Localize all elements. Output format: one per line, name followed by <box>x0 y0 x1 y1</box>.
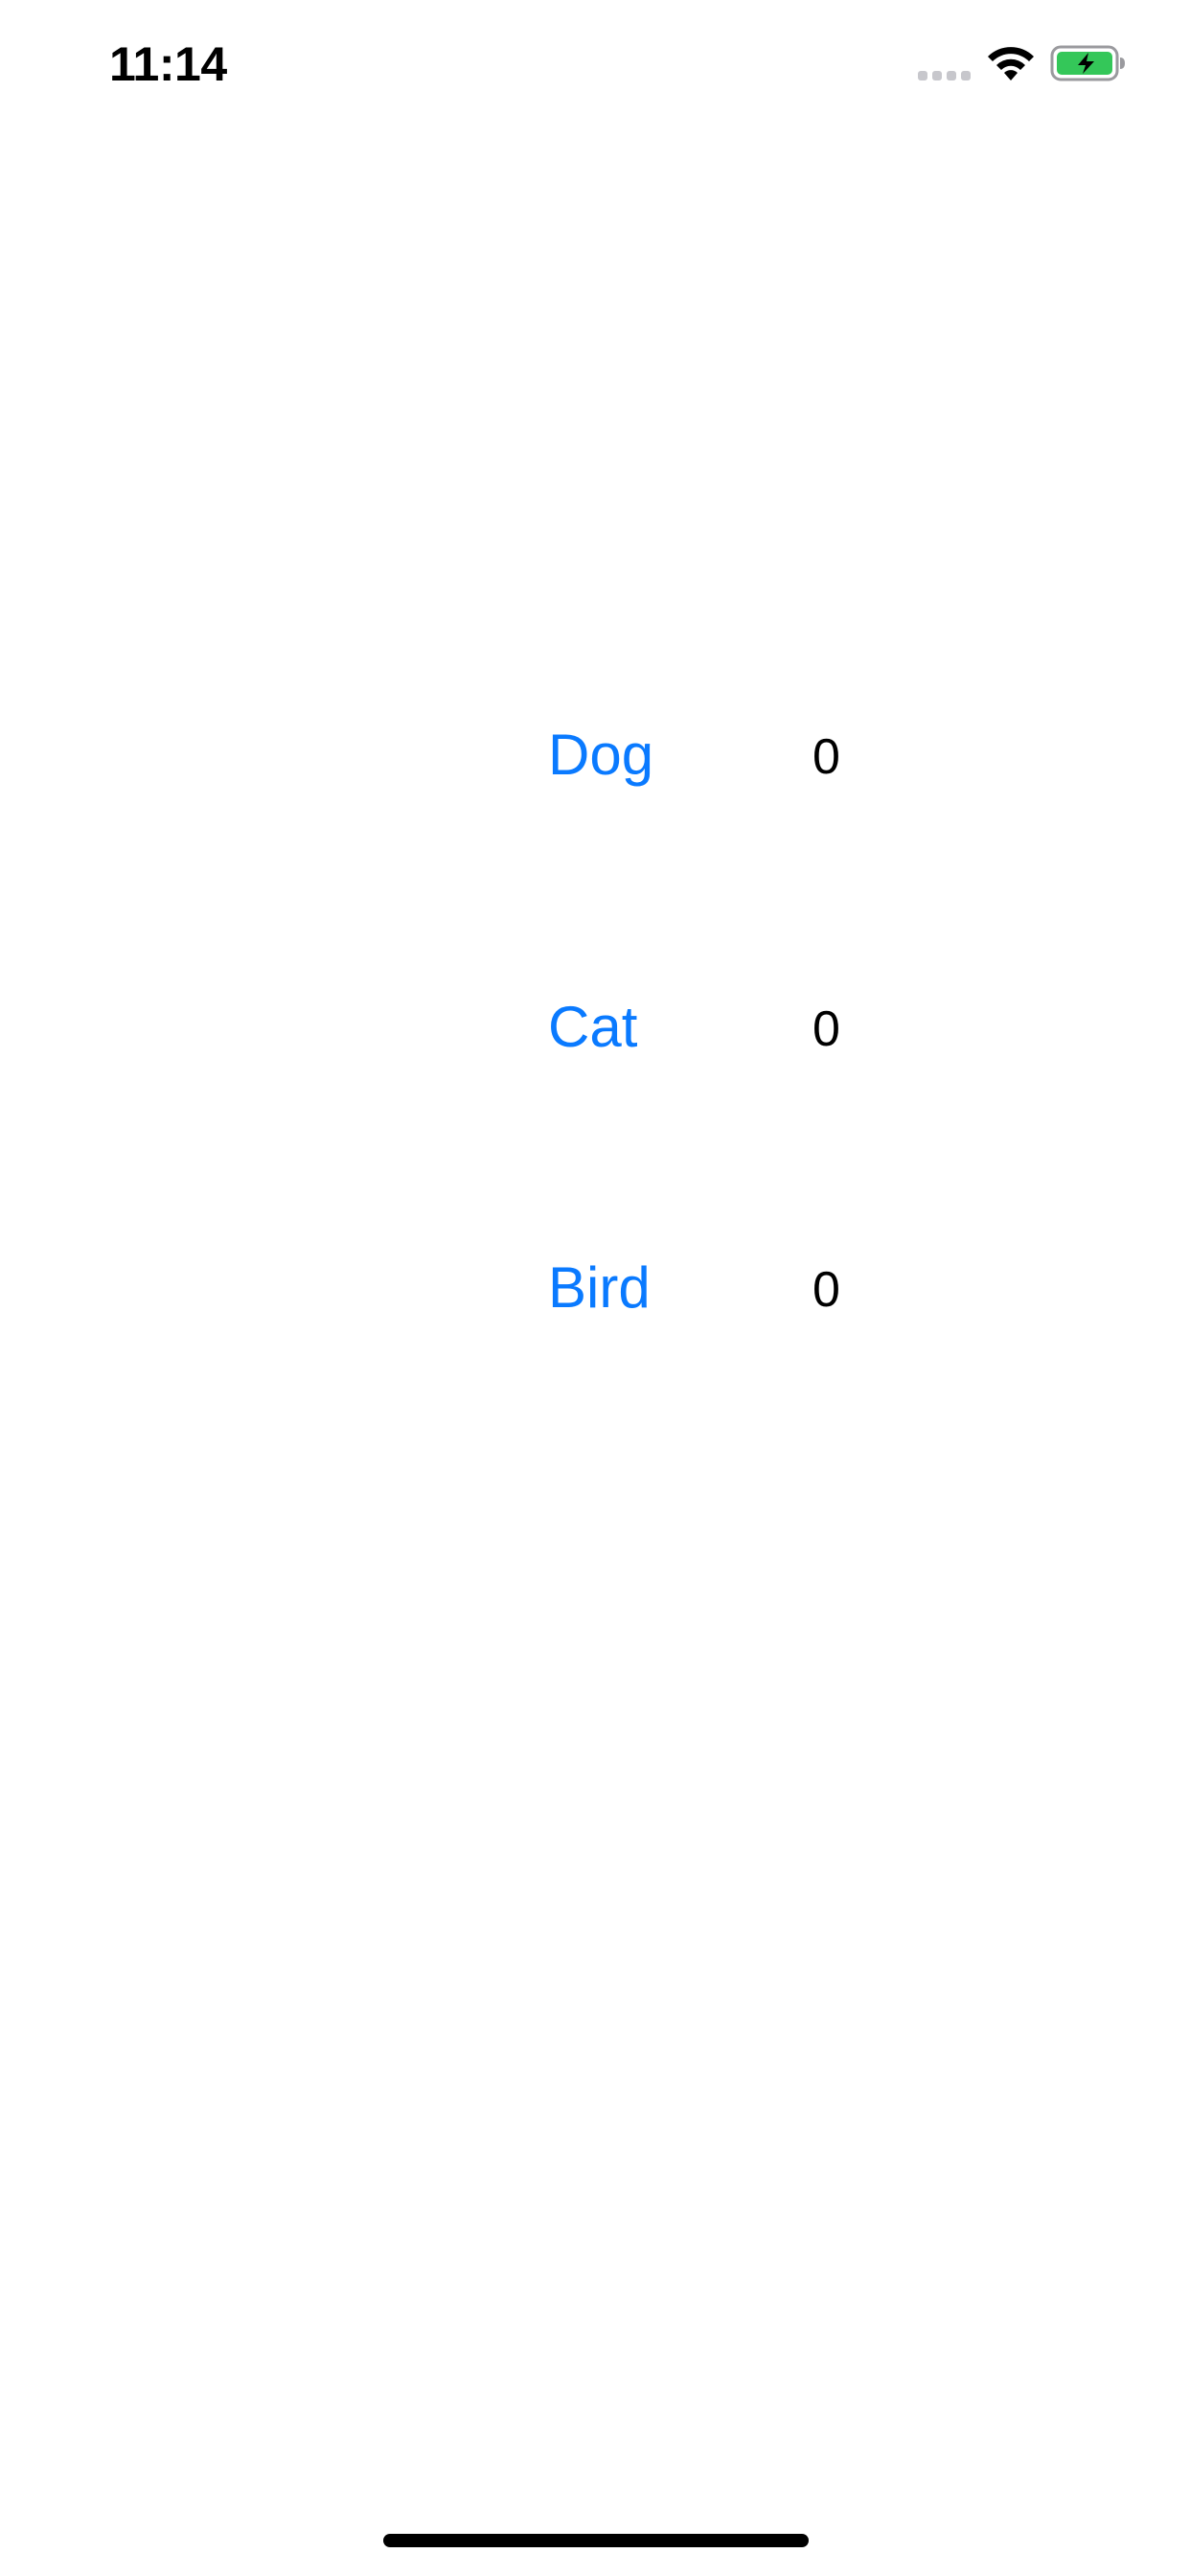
cat-button[interactable]: Cat <box>548 989 637 1066</box>
cellular-signal-icon <box>918 71 972 80</box>
status-time: 11:14 <box>109 37 227 91</box>
animal-row-cat: Cat 0 <box>0 970 1190 1085</box>
dog-count: 0 <box>812 729 840 785</box>
animal-row-dog: Dog 0 <box>0 698 1190 813</box>
battery-charging-icon <box>1050 45 1125 81</box>
dog-button[interactable]: Dog <box>548 717 653 794</box>
status-bar: 11:14 <box>0 0 1190 134</box>
animal-row-bird: Bird 0 <box>0 1230 1190 1346</box>
app-screen: 11:14 Dog 0 Cat 0 Bird 0 <box>0 0 1190 2576</box>
bird-count: 0 <box>812 1262 840 1318</box>
bird-button[interactable]: Bird <box>548 1250 651 1326</box>
wifi-icon <box>988 47 1034 80</box>
home-indicator[interactable] <box>383 2534 809 2547</box>
cat-count: 0 <box>812 1001 840 1057</box>
